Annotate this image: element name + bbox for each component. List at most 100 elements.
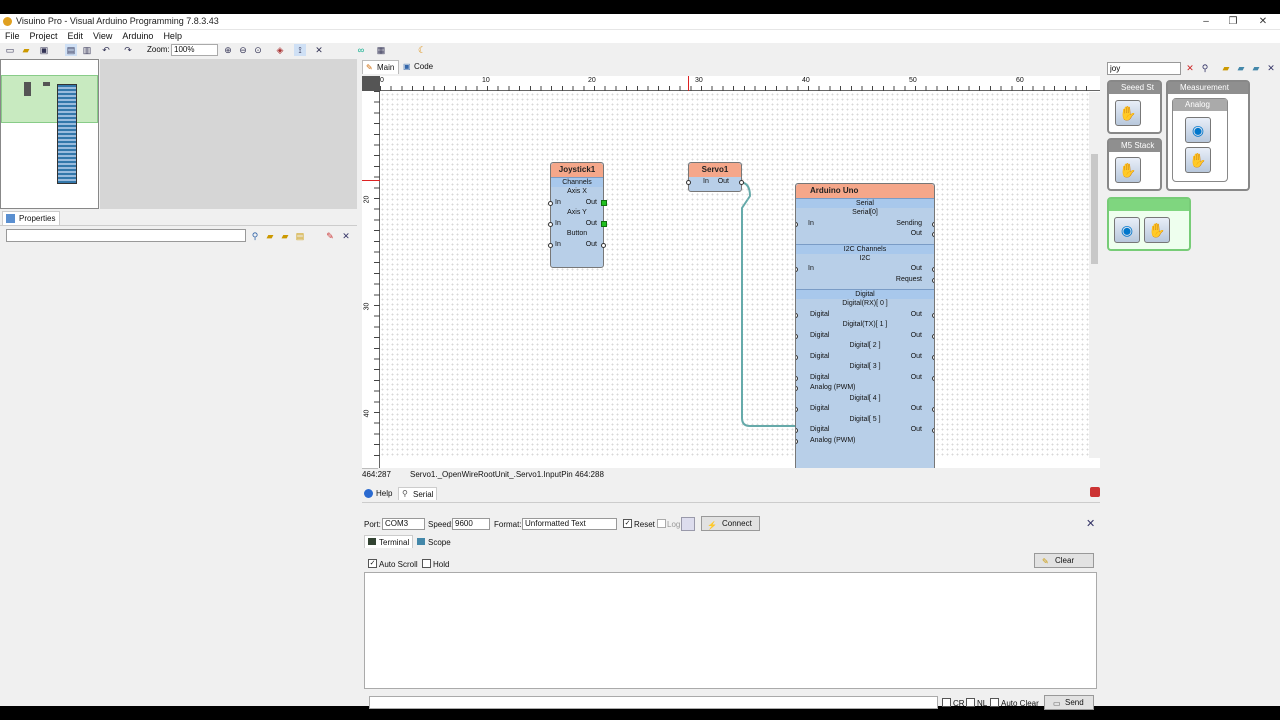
arduino-serial-out[interactable]: Out bbox=[911, 229, 922, 240]
overview-map[interactable] bbox=[0, 59, 99, 209]
digital2-out[interactable]: Out bbox=[911, 352, 922, 363]
expand-icon[interactable]: ▰ bbox=[264, 230, 276, 242]
selected-joystick-tile[interactable]: ◉ bbox=[1114, 217, 1140, 243]
joystick-y-out[interactable]: Out bbox=[586, 219, 597, 230]
digital3-out[interactable]: Out bbox=[911, 373, 922, 384]
clear-search-icon[interactable]: ✕ bbox=[1184, 62, 1196, 74]
tab-serial[interactable]: ⚲ Serial bbox=[398, 487, 438, 500]
arduino-serial-in[interactable]: In bbox=[808, 219, 814, 230]
log-checkbox[interactable] bbox=[657, 519, 666, 528]
sort-icon[interactable]: ▤ bbox=[294, 230, 306, 242]
pin-dot[interactable] bbox=[932, 333, 934, 339]
menu-arduino[interactable]: Arduino bbox=[117, 30, 158, 41]
pin-dot[interactable] bbox=[932, 277, 934, 283]
analog-pwm5[interactable]: Analog (PWM) bbox=[810, 436, 856, 447]
hold-checkbox[interactable] bbox=[422, 559, 431, 568]
speed-select[interactable]: 9600 bbox=[452, 518, 490, 530]
reset-checkbox[interactable]: ✓ bbox=[623, 519, 632, 528]
digital5-out[interactable]: Out bbox=[911, 425, 922, 436]
digital3-in[interactable]: Digital bbox=[810, 373, 829, 384]
tab-scope[interactable]: Scope bbox=[414, 536, 454, 549]
auto-clear-checkbox[interactable] bbox=[990, 698, 999, 707]
pin-dot[interactable] bbox=[796, 221, 798, 227]
joystick-component[interactable]: Joystick1 Channels Axis X In Out Axis Y … bbox=[548, 162, 607, 268]
terminal-output[interactable] bbox=[364, 572, 1097, 689]
joystick-btn-out[interactable]: Out bbox=[586, 240, 597, 251]
palette-search-input[interactable] bbox=[1107, 62, 1181, 75]
analog-pwm3[interactable]: Analog (PWM) bbox=[810, 383, 856, 394]
category-seeed[interactable]: Seeed St ✋ bbox=[1107, 80, 1162, 134]
connect-pins-icon[interactable]: ⟟ bbox=[294, 44, 306, 56]
menu-project[interactable]: Project bbox=[25, 30, 63, 41]
menu-help[interactable]: Help bbox=[158, 30, 187, 41]
open-folder-icon[interactable]: ▰ bbox=[20, 44, 32, 56]
properties-search-input[interactable] bbox=[6, 229, 246, 242]
pin-dot[interactable] bbox=[601, 242, 606, 248]
zoom-fit-icon[interactable]: ⊙ bbox=[252, 44, 264, 56]
maximize-button[interactable]: ❐ bbox=[1220, 14, 1246, 30]
format-select[interactable]: Unformatted Text bbox=[522, 518, 617, 530]
pin-dot[interactable] bbox=[932, 232, 934, 237]
pin-dot[interactable] bbox=[796, 375, 798, 381]
design-canvas[interactable]: 0 10 20 30 40 50 60 20 30 40 Joystick1 C… bbox=[362, 76, 1100, 479]
pin-dot[interactable] bbox=[932, 221, 934, 227]
servo-in[interactable]: In bbox=[703, 177, 709, 188]
redo-icon[interactable]: ↷ bbox=[122, 44, 134, 56]
arduino-i2c-out[interactable]: Out bbox=[911, 264, 922, 275]
collapse-icon[interactable]: ▰ bbox=[279, 230, 291, 242]
joystick-y-in[interactable]: In bbox=[555, 219, 561, 230]
pin-dot[interactable] bbox=[548, 221, 553, 227]
pin-dot[interactable] bbox=[932, 375, 934, 381]
minimize-button[interactable]: – bbox=[1193, 14, 1219, 30]
digital2-in[interactable]: Digital bbox=[810, 352, 829, 363]
pin-dot[interactable] bbox=[686, 180, 691, 185]
category-analog[interactable]: Analog ◉ ✋ bbox=[1172, 98, 1228, 182]
arduino-i2c-in[interactable]: In bbox=[808, 264, 814, 275]
pin-dot[interactable] bbox=[932, 267, 934, 272]
refresh-icon[interactable]: ▰ bbox=[1250, 62, 1262, 74]
analog-joystick-tile[interactable]: ◉ bbox=[1185, 117, 1211, 143]
selected-hand-tile[interactable]: ✋ bbox=[1144, 217, 1170, 243]
digital4-in[interactable]: Digital bbox=[810, 404, 829, 415]
close-palette-icon[interactable]: ✕ bbox=[1265, 62, 1277, 74]
pin-dot[interactable] bbox=[548, 242, 553, 248]
clear-button[interactable]: ✎ Clear bbox=[1034, 553, 1094, 568]
category-selected[interactable]: ◉ ✋ bbox=[1107, 197, 1191, 251]
arduino-icon[interactable]: ∞ bbox=[355, 44, 367, 56]
zoom-in-icon[interactable]: ⊕ bbox=[222, 44, 234, 56]
vertical-scroll-thumb[interactable] bbox=[1091, 154, 1098, 264]
send-button[interactable]: ▭ Send bbox=[1044, 695, 1094, 710]
undo-icon[interactable]: ↶ bbox=[100, 44, 112, 56]
arduino-uno-component[interactable]: Arduino Uno Serial Serial[0] In Sending … bbox=[795, 183, 935, 468]
pin-dot[interactable] bbox=[796, 267, 798, 272]
output-pin-icon[interactable] bbox=[601, 199, 607, 206]
auto-scroll-checkbox[interactable]: ✓ bbox=[368, 559, 377, 568]
tab-main[interactable]: ✎ Main bbox=[362, 60, 400, 74]
layout-right-icon[interactable]: ▥ bbox=[81, 44, 93, 56]
pin-dot[interactable] bbox=[796, 354, 798, 360]
digital0-out[interactable]: Out bbox=[911, 310, 922, 321]
filter-icon[interactable]: ⚲ bbox=[249, 230, 261, 242]
menu-file[interactable]: File bbox=[0, 30, 25, 41]
pin-dot[interactable] bbox=[932, 354, 934, 360]
m5-joystick-tile[interactable]: ✋ bbox=[1115, 157, 1141, 183]
joystick-x-out[interactable]: Out bbox=[586, 198, 597, 209]
nl-checkbox[interactable] bbox=[966, 698, 975, 707]
close-panel-icon[interactable] bbox=[1090, 487, 1100, 497]
pin-dot[interactable] bbox=[932, 428, 934, 433]
pin-dot[interactable] bbox=[548, 200, 553, 206]
layout-left-icon[interactable]: ▤ bbox=[65, 44, 77, 56]
digital0-in[interactable]: Digital bbox=[810, 310, 829, 321]
servo-component[interactable]: Servo1 In Out bbox=[686, 162, 744, 192]
zoom-out-icon[interactable]: ⊖ bbox=[237, 44, 249, 56]
digital5-in[interactable]: Digital bbox=[810, 425, 829, 436]
clear-settings-icon[interactable]: ✕ bbox=[1086, 517, 1095, 530]
send-input[interactable] bbox=[369, 696, 938, 709]
board-icon[interactable]: ▦ bbox=[375, 44, 387, 56]
menu-edit[interactable]: Edit bbox=[63, 30, 89, 41]
joystick-btn-in[interactable]: In bbox=[555, 240, 561, 251]
pin-dot[interactable] bbox=[796, 428, 798, 433]
digital1-in[interactable]: Digital bbox=[810, 331, 829, 342]
pin-dot[interactable] bbox=[932, 407, 934, 412]
category-measurement[interactable]: Measurement Analog ◉ ✋ bbox=[1166, 80, 1250, 191]
